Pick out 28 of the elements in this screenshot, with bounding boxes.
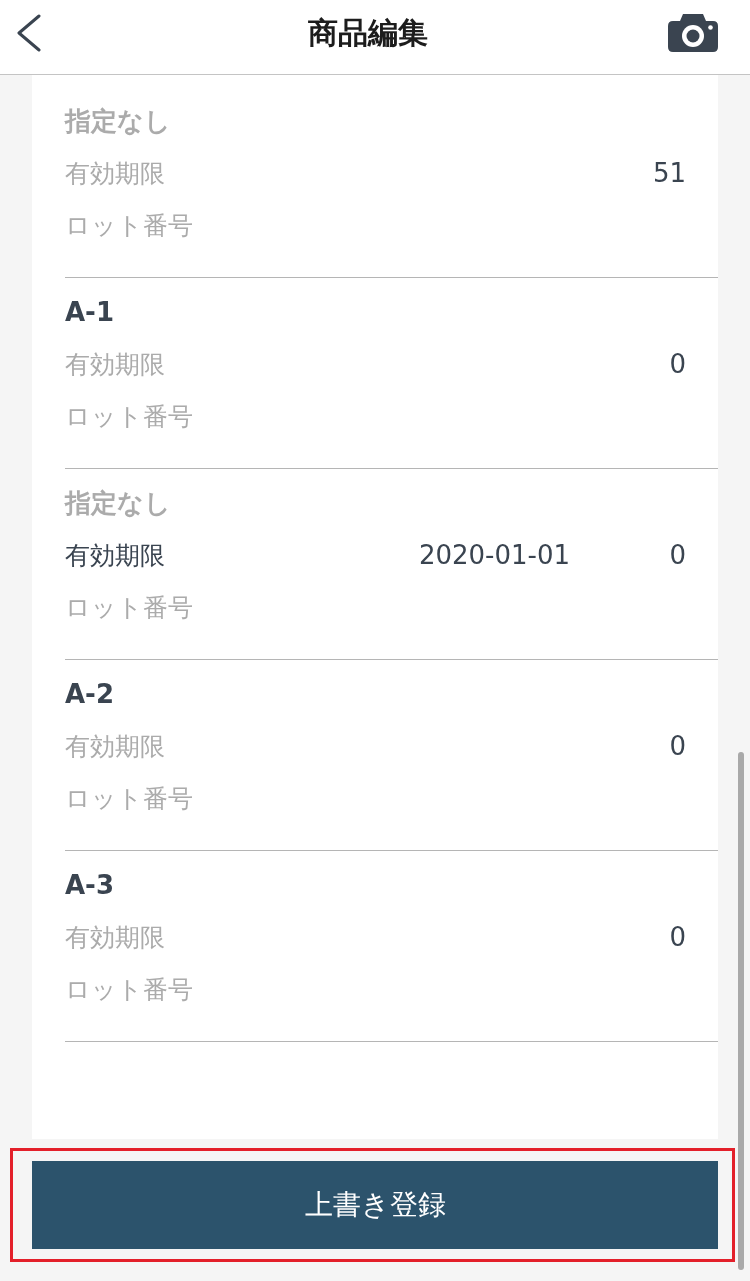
field-label: 有効期限 bbox=[65, 348, 165, 381]
scrollbar-thumb[interactable] bbox=[738, 752, 744, 1270]
quantity-value: 51 bbox=[652, 158, 686, 188]
back-button[interactable] bbox=[17, 14, 41, 52]
field-label: 有効期限 bbox=[65, 157, 165, 190]
field-label: ロット番号 bbox=[65, 973, 193, 1006]
camera-button[interactable] bbox=[668, 14, 718, 52]
quantity-value: 0 bbox=[669, 349, 686, 379]
field-label: 有効期限 bbox=[65, 730, 165, 763]
field-label: ロット番号 bbox=[65, 209, 193, 242]
field-label: ロット番号 bbox=[65, 591, 193, 624]
quantity-value: 0 bbox=[669, 922, 686, 952]
field-value: 2020-01-01 bbox=[418, 540, 570, 570]
location-name: A-1 bbox=[65, 297, 114, 327]
field-label: ロット番号 bbox=[65, 400, 193, 433]
quantity-value: 0 bbox=[669, 540, 686, 570]
camera-icon bbox=[668, 14, 718, 52]
location-name: A-2 bbox=[65, 679, 114, 709]
field-label: ロット番号 bbox=[65, 782, 193, 815]
location-name: A-3 bbox=[65, 870, 114, 900]
location-name: 指定なし bbox=[65, 486, 171, 520]
field-label: 有効期限 bbox=[65, 539, 165, 572]
quantity-value: 0 bbox=[669, 731, 686, 761]
chevron-left-icon bbox=[17, 14, 41, 52]
field-label: 有効期限 bbox=[65, 921, 165, 954]
page-title: 商品編集 bbox=[307, 13, 428, 52]
location-name: 指定なし bbox=[65, 104, 171, 138]
overwrite-save-button[interactable]: 上書き登録 bbox=[32, 1161, 718, 1249]
